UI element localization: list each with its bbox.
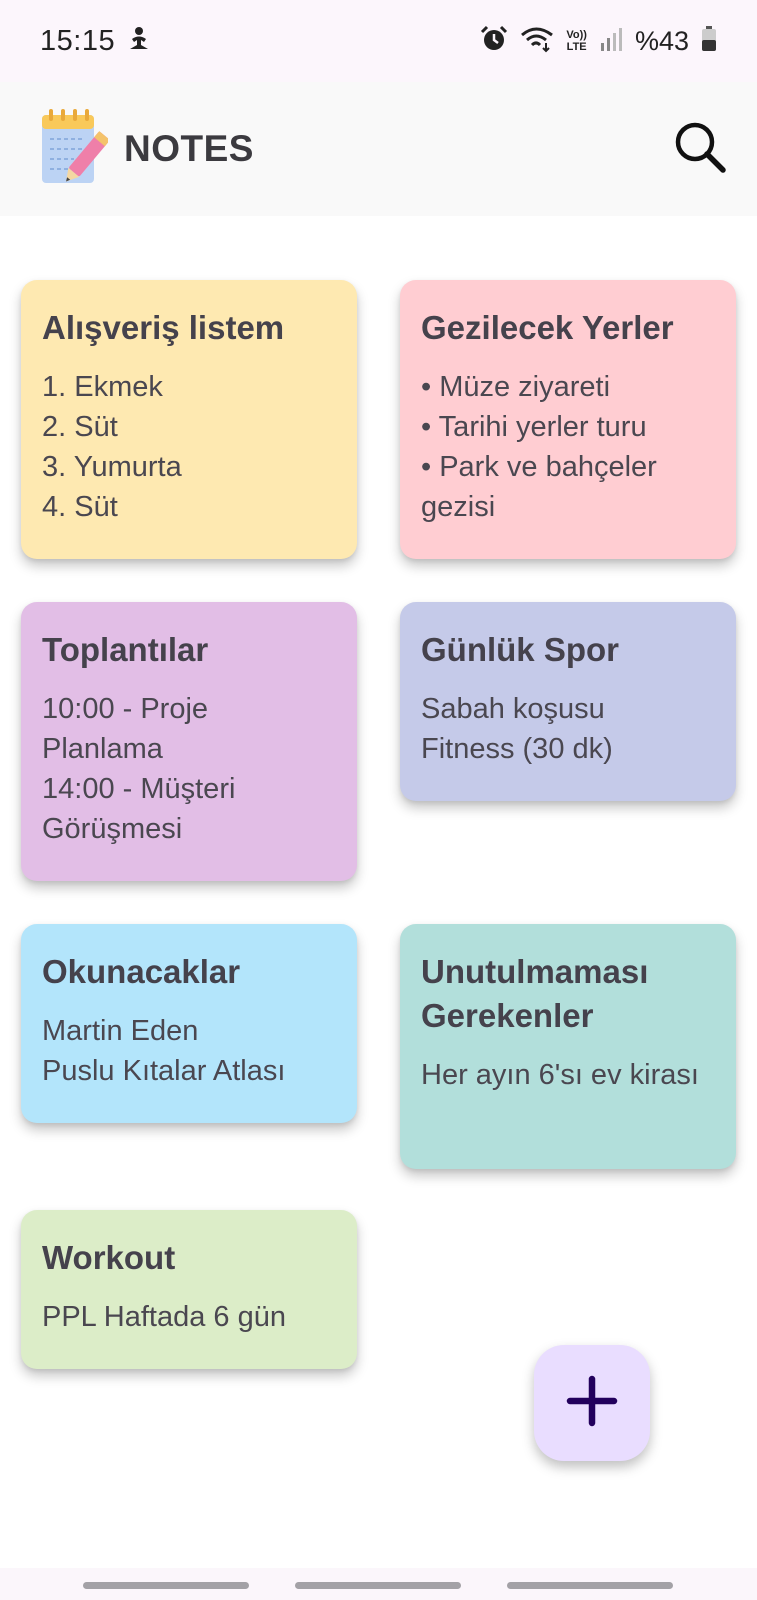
status-left: 15:15 bbox=[40, 25, 151, 58]
note-title: Workout bbox=[42, 1239, 176, 1276]
alarm-icon bbox=[480, 25, 508, 58]
meditation-icon bbox=[127, 26, 151, 57]
note-title: Unutulmaması Gerekenler bbox=[421, 953, 649, 1034]
status-bar: 15:15 Vo)) LTE %43 bbox=[0, 0, 757, 82]
system-nav-bar bbox=[0, 1568, 757, 1600]
lte-label: LTE bbox=[566, 41, 587, 53]
note-title: Toplantılar bbox=[42, 631, 209, 668]
app-title: NOTES bbox=[124, 128, 254, 169]
note-title: Günlük Spor bbox=[421, 631, 619, 668]
note-body: 1. Ekmek 2. Süt 3. Yumurta 4. Süt bbox=[42, 371, 182, 523]
wifi-icon bbox=[520, 25, 554, 58]
status-right: Vo)) LTE %43 bbox=[480, 25, 717, 58]
battery-percent: %43 bbox=[634, 25, 689, 56]
note-body: Sabah koşusu Fitness (30 dk) bbox=[421, 693, 613, 765]
note-title: Okunacaklar bbox=[42, 953, 241, 990]
search-button[interactable] bbox=[669, 118, 731, 180]
brand: NOTES bbox=[38, 105, 254, 194]
note-body: • Müze ziyareti • Tarihi yerler turu • P… bbox=[421, 371, 657, 523]
battery-icon bbox=[701, 25, 717, 57]
note-body: Martin Eden Puslu Kıtalar Atlası bbox=[42, 1015, 286, 1087]
nav-back-button[interactable] bbox=[507, 1582, 673, 1589]
note-card[interactable]: Gezilecek Yerler • Müze ziyareti • Tarih… bbox=[400, 280, 736, 559]
note-title: Gezilecek Yerler bbox=[421, 309, 674, 346]
note-card[interactable]: Workout PPL Haftada 6 gün bbox=[21, 1210, 357, 1369]
nav-recents-button[interactable] bbox=[83, 1582, 249, 1589]
note-body: Her ayın 6'sı ev kirası bbox=[421, 1059, 699, 1091]
nav-home-button[interactable] bbox=[295, 1582, 461, 1589]
note-card[interactable]: Unutulmaması Gerekenler Her ayın 6'sı ev… bbox=[400, 924, 736, 1169]
note-title: Alışveriş listem bbox=[42, 309, 285, 346]
note-body: 10:00 - Proje Planlama 14:00 - Müşteri G… bbox=[42, 693, 236, 845]
note-card[interactable]: Toplantılar 10:00 - Proje Planlama 14:00… bbox=[21, 602, 357, 881]
signal-icon bbox=[599, 26, 623, 57]
status-time: 15:15 bbox=[40, 24, 116, 57]
note-card[interactable]: Günlük Spor Sabah koşusu Fitness (30 dk) bbox=[400, 602, 736, 801]
app-bar: NOTES bbox=[0, 82, 757, 216]
plus-icon bbox=[566, 1375, 618, 1432]
volte-label: Vo)) bbox=[566, 29, 587, 41]
volte-lte-icon: Vo)) LTE bbox=[566, 29, 587, 53]
add-note-button[interactable] bbox=[534, 1345, 650, 1461]
note-card[interactable]: Okunacaklar Martin Eden Puslu Kıtalar At… bbox=[21, 924, 357, 1123]
notepad-pencil-icon bbox=[38, 105, 110, 194]
search-icon bbox=[672, 119, 728, 180]
note-body: PPL Haftada 6 gün bbox=[42, 1301, 286, 1333]
note-card[interactable]: Alışveriş listem 1. Ekmek 2. Süt 3. Yumu… bbox=[21, 280, 357, 559]
